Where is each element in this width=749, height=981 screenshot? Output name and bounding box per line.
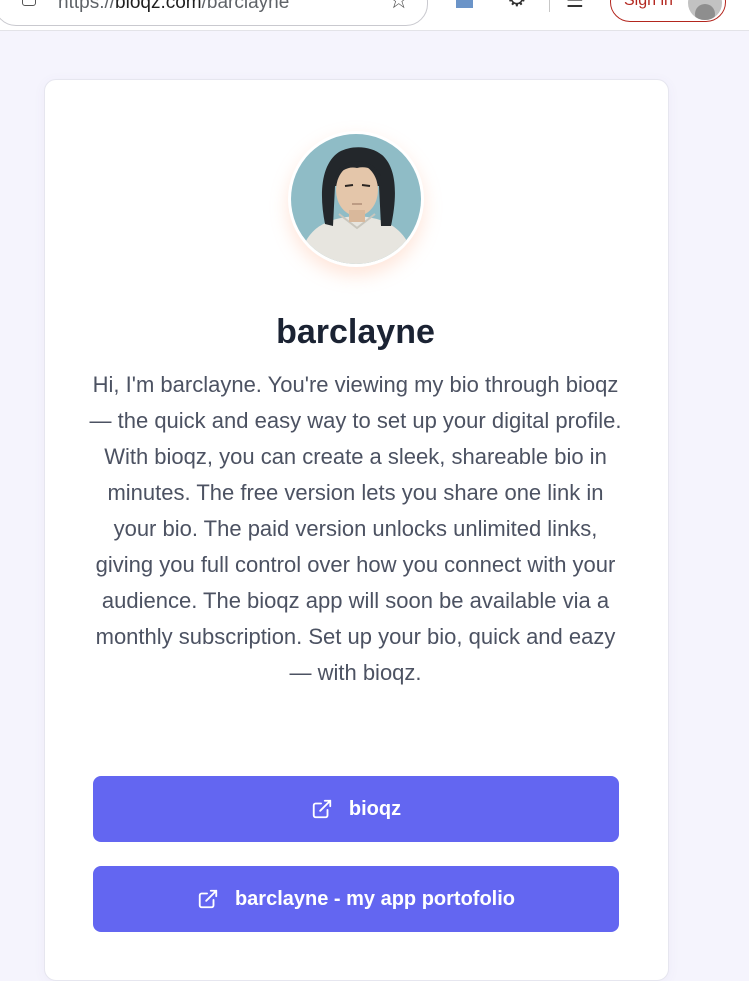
browser-toolbar: https://bioqz.com/barclayne ☆ ⚙ ☰ Sign i…: [0, 0, 749, 31]
url-text[interactable]: https://bioqz.com/barclayne: [58, 0, 289, 14]
link-button-bioqz[interactable]: bioqz: [93, 776, 619, 842]
avatar-frame: [288, 131, 424, 267]
url-prefix: https://: [58, 0, 116, 13]
bookmark-star-icon[interactable]: ☆: [388, 0, 410, 12]
favorites-list-icon[interactable]: ☰: [566, 0, 584, 12]
sign-in-label: Sign in: [624, 0, 673, 9]
url-path: /barclayne: [201, 0, 290, 13]
external-link-icon: [198, 889, 218, 909]
profile-name: barclayne: [276, 313, 435, 351]
toolbar-divider: [549, 0, 550, 12]
link-label: bioqz: [348, 797, 402, 820]
link-button-app-portfolio[interactable]: barclayne - my app portofolio: [93, 866, 619, 932]
site-info-icon[interactable]: [22, 0, 36, 6]
link-label: barclayne - my app portofolio: [234, 887, 516, 910]
url-host: bioqz.com: [115, 0, 202, 13]
extensions-puzzle-icon[interactable]: ⚙: [507, 0, 527, 12]
external-link-icon: [312, 799, 332, 819]
avatar-illustration: [291, 134, 421, 264]
avatar: [291, 134, 421, 264]
profile-bio: Hi, I'm barclayne. You're viewing my bio…: [89, 372, 622, 685]
extension-icon[interactable]: [456, 0, 473, 8]
